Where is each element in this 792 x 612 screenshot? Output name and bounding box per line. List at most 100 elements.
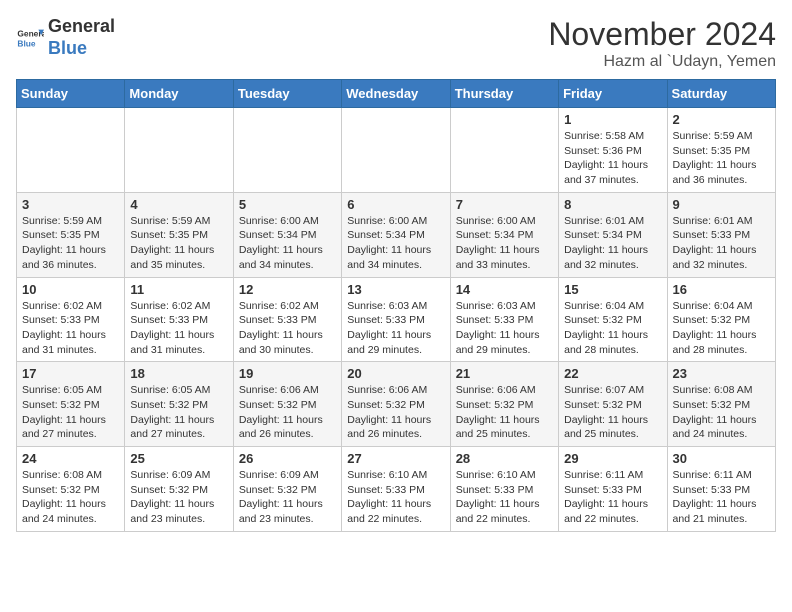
- calendar-cell: 20Sunrise: 6:06 AM Sunset: 5:32 PM Dayli…: [342, 362, 450, 447]
- day-number: 29: [564, 451, 661, 466]
- calendar-week-3: 10 Sunrise: 6:02 AM Sunset: 5:33 PM Dayli…: [17, 277, 776, 362]
- day-info: Sunrise: 6:05 AM Sunset: 5:32 PM Dayligh…: [22, 383, 119, 442]
- day-info: Sunrise: 6:11 AM Sunset: 5:33 PM Dayligh…: [673, 468, 770, 527]
- day-info: Sunrise: 6:09 AM Sunset: 5:32 PM Dayligh…: [130, 468, 227, 527]
- day-number: 4: [130, 197, 227, 212]
- day-number: 11: [130, 282, 227, 297]
- day-number: 24: [22, 451, 119, 466]
- calendar-cell: 1Sunrise: 5:58 AM Sunset: 5:36 PM Daylig…: [559, 108, 667, 193]
- day-number: 26: [239, 451, 336, 466]
- day-info: Sunrise: 6:03 AM Sunset: 5:33 PM Dayligh…: [347, 299, 444, 358]
- day-number: 30: [673, 451, 770, 466]
- calendar-cell: [342, 108, 450, 193]
- calendar-week-1: 1Sunrise: 5:58 AM Sunset: 5:36 PM Daylig…: [17, 108, 776, 193]
- calendar-cell: 18 Sunrise: 6:05 AM Sunset: 5:32 PM Dayli…: [125, 362, 233, 447]
- calendar-cell: 30 Sunrise: 6:11 AM Sunset: 5:33 PM Dayli…: [667, 447, 775, 532]
- calendar-cell: 25 Sunrise: 6:09 AM Sunset: 5:32 PM Dayli…: [125, 447, 233, 532]
- weekday-header-friday: Friday: [559, 80, 667, 108]
- day-info: Sunrise: 6:01 AM Sunset: 5:34 PM Dayligh…: [564, 214, 661, 273]
- logo-blue-text: Blue: [48, 38, 115, 60]
- calendar-cell: 12 Sunrise: 6:02 AM Sunset: 5:33 PM Dayli…: [233, 277, 341, 362]
- logo-icon: General Blue: [16, 24, 44, 52]
- calendar-cell: [450, 108, 558, 193]
- day-info: Sunrise: 6:03 AM Sunset: 5:33 PM Dayligh…: [456, 299, 553, 358]
- day-number: 18: [130, 366, 227, 381]
- day-number: 15: [564, 282, 661, 297]
- calendar-week-2: 3 Sunrise: 5:59 AM Sunset: 5:35 PM Daylig…: [17, 192, 776, 277]
- calendar-cell: 29 Sunrise: 6:11 AM Sunset: 5:33 PM Dayli…: [559, 447, 667, 532]
- calendar-cell: [125, 108, 233, 193]
- calendar-cell: 15 Sunrise: 6:04 AM Sunset: 5:32 PM Dayli…: [559, 277, 667, 362]
- calendar-cell: 26 Sunrise: 6:09 AM Sunset: 5:32 PM Dayli…: [233, 447, 341, 532]
- calendar-cell: 13Sunrise: 6:03 AM Sunset: 5:33 PM Dayli…: [342, 277, 450, 362]
- day-info: Sunrise: 6:10 AM Sunset: 5:33 PM Dayligh…: [456, 468, 553, 527]
- day-info: Sunrise: 6:07 AM Sunset: 5:32 PM Dayligh…: [564, 383, 661, 442]
- day-info: Sunrise: 6:09 AM Sunset: 5:32 PM Dayligh…: [239, 468, 336, 527]
- month-year-title: November 2024: [548, 16, 776, 53]
- calendar-table: SundayMondayTuesdayWednesdayThursdayFrid…: [16, 79, 776, 532]
- page-header: General Blue General Blue November 2024 …: [16, 16, 776, 71]
- day-info: Sunrise: 6:00 AM Sunset: 5:34 PM Dayligh…: [239, 214, 336, 273]
- day-info: Sunrise: 6:04 AM Sunset: 5:32 PM Dayligh…: [564, 299, 661, 358]
- day-info: Sunrise: 6:08 AM Sunset: 5:32 PM Dayligh…: [673, 383, 770, 442]
- day-info: Sunrise: 6:04 AM Sunset: 5:32 PM Dayligh…: [673, 299, 770, 358]
- day-number: 25: [130, 451, 227, 466]
- day-info: Sunrise: 6:02 AM Sunset: 5:33 PM Dayligh…: [239, 299, 336, 358]
- calendar-cell: 5 Sunrise: 6:00 AM Sunset: 5:34 PM Daylig…: [233, 192, 341, 277]
- day-number: 3: [22, 197, 119, 212]
- day-number: 21: [456, 366, 553, 381]
- day-info: Sunrise: 6:06 AM Sunset: 5:32 PM Dayligh…: [347, 383, 444, 442]
- day-number: 1: [564, 112, 661, 127]
- day-number: 12: [239, 282, 336, 297]
- calendar-cell: 23Sunrise: 6:08 AM Sunset: 5:32 PM Dayli…: [667, 362, 775, 447]
- weekday-header-saturday: Saturday: [667, 80, 775, 108]
- calendar-cell: 14 Sunrise: 6:03 AM Sunset: 5:33 PM Dayli…: [450, 277, 558, 362]
- day-info: Sunrise: 6:00 AM Sunset: 5:34 PM Dayligh…: [347, 214, 444, 273]
- day-info: Sunrise: 5:59 AM Sunset: 5:35 PM Dayligh…: [22, 214, 119, 273]
- calendar-cell: [17, 108, 125, 193]
- day-info: Sunrise: 6:10 AM Sunset: 5:33 PM Dayligh…: [347, 468, 444, 527]
- day-number: 10: [22, 282, 119, 297]
- calendar-cell: 9Sunrise: 6:01 AM Sunset: 5:33 PM Daylig…: [667, 192, 775, 277]
- day-number: 9: [673, 197, 770, 212]
- svg-text:Blue: Blue: [17, 38, 35, 48]
- calendar-cell: 11 Sunrise: 6:02 AM Sunset: 5:33 PM Dayli…: [125, 277, 233, 362]
- calendar-cell: 28Sunrise: 6:10 AM Sunset: 5:33 PM Dayli…: [450, 447, 558, 532]
- calendar-week-4: 17Sunrise: 6:05 AM Sunset: 5:32 PM Dayli…: [17, 362, 776, 447]
- calendar-cell: 4 Sunrise: 5:59 AM Sunset: 5:35 PM Daylig…: [125, 192, 233, 277]
- calendar-cell: 6 Sunrise: 6:00 AM Sunset: 5:34 PM Daylig…: [342, 192, 450, 277]
- calendar-cell: 7 Sunrise: 6:00 AM Sunset: 5:34 PM Daylig…: [450, 192, 558, 277]
- calendar-cell: 17Sunrise: 6:05 AM Sunset: 5:32 PM Dayli…: [17, 362, 125, 447]
- day-info: Sunrise: 6:00 AM Sunset: 5:34 PM Dayligh…: [456, 214, 553, 273]
- day-number: 19: [239, 366, 336, 381]
- day-info: Sunrise: 6:05 AM Sunset: 5:32 PM Dayligh…: [130, 383, 227, 442]
- calendar-cell: 10 Sunrise: 6:02 AM Sunset: 5:33 PM Dayli…: [17, 277, 125, 362]
- weekday-header-row: SundayMondayTuesdayWednesdayThursdayFrid…: [17, 80, 776, 108]
- day-info: Sunrise: 5:59 AM Sunset: 5:35 PM Dayligh…: [130, 214, 227, 273]
- calendar-cell: 19 Sunrise: 6:06 AM Sunset: 5:32 PM Dayli…: [233, 362, 341, 447]
- day-info: Sunrise: 6:06 AM Sunset: 5:32 PM Dayligh…: [239, 383, 336, 442]
- calendar-cell: 22 Sunrise: 6:07 AM Sunset: 5:32 PM Dayli…: [559, 362, 667, 447]
- day-number: 5: [239, 197, 336, 212]
- calendar-cell: [233, 108, 341, 193]
- day-info: Sunrise: 6:02 AM Sunset: 5:33 PM Dayligh…: [130, 299, 227, 358]
- calendar-cell: 16Sunrise: 6:04 AM Sunset: 5:32 PM Dayli…: [667, 277, 775, 362]
- day-number: 22: [564, 366, 661, 381]
- day-number: 14: [456, 282, 553, 297]
- location-subtitle: Hazm al `Udayn, Yemen: [548, 53, 776, 71]
- logo: General Blue General Blue: [16, 16, 115, 59]
- day-number: 2: [673, 112, 770, 127]
- day-number: 6: [347, 197, 444, 212]
- day-info: Sunrise: 6:02 AM Sunset: 5:33 PM Dayligh…: [22, 299, 119, 358]
- calendar-cell: 8Sunrise: 6:01 AM Sunset: 5:34 PM Daylig…: [559, 192, 667, 277]
- day-info: Sunrise: 6:11 AM Sunset: 5:33 PM Dayligh…: [564, 468, 661, 527]
- weekday-header-wednesday: Wednesday: [342, 80, 450, 108]
- weekday-header-tuesday: Tuesday: [233, 80, 341, 108]
- day-info: Sunrise: 6:06 AM Sunset: 5:32 PM Dayligh…: [456, 383, 553, 442]
- day-number: 7: [456, 197, 553, 212]
- calendar-cell: 27Sunrise: 6:10 AM Sunset: 5:33 PM Dayli…: [342, 447, 450, 532]
- calendar-cell: 24Sunrise: 6:08 AM Sunset: 5:32 PM Dayli…: [17, 447, 125, 532]
- weekday-header-sunday: Sunday: [17, 80, 125, 108]
- calendar-cell: 2Sunrise: 5:59 AM Sunset: 5:35 PM Daylig…: [667, 108, 775, 193]
- title-block: November 2024 Hazm al `Udayn, Yemen: [548, 16, 776, 71]
